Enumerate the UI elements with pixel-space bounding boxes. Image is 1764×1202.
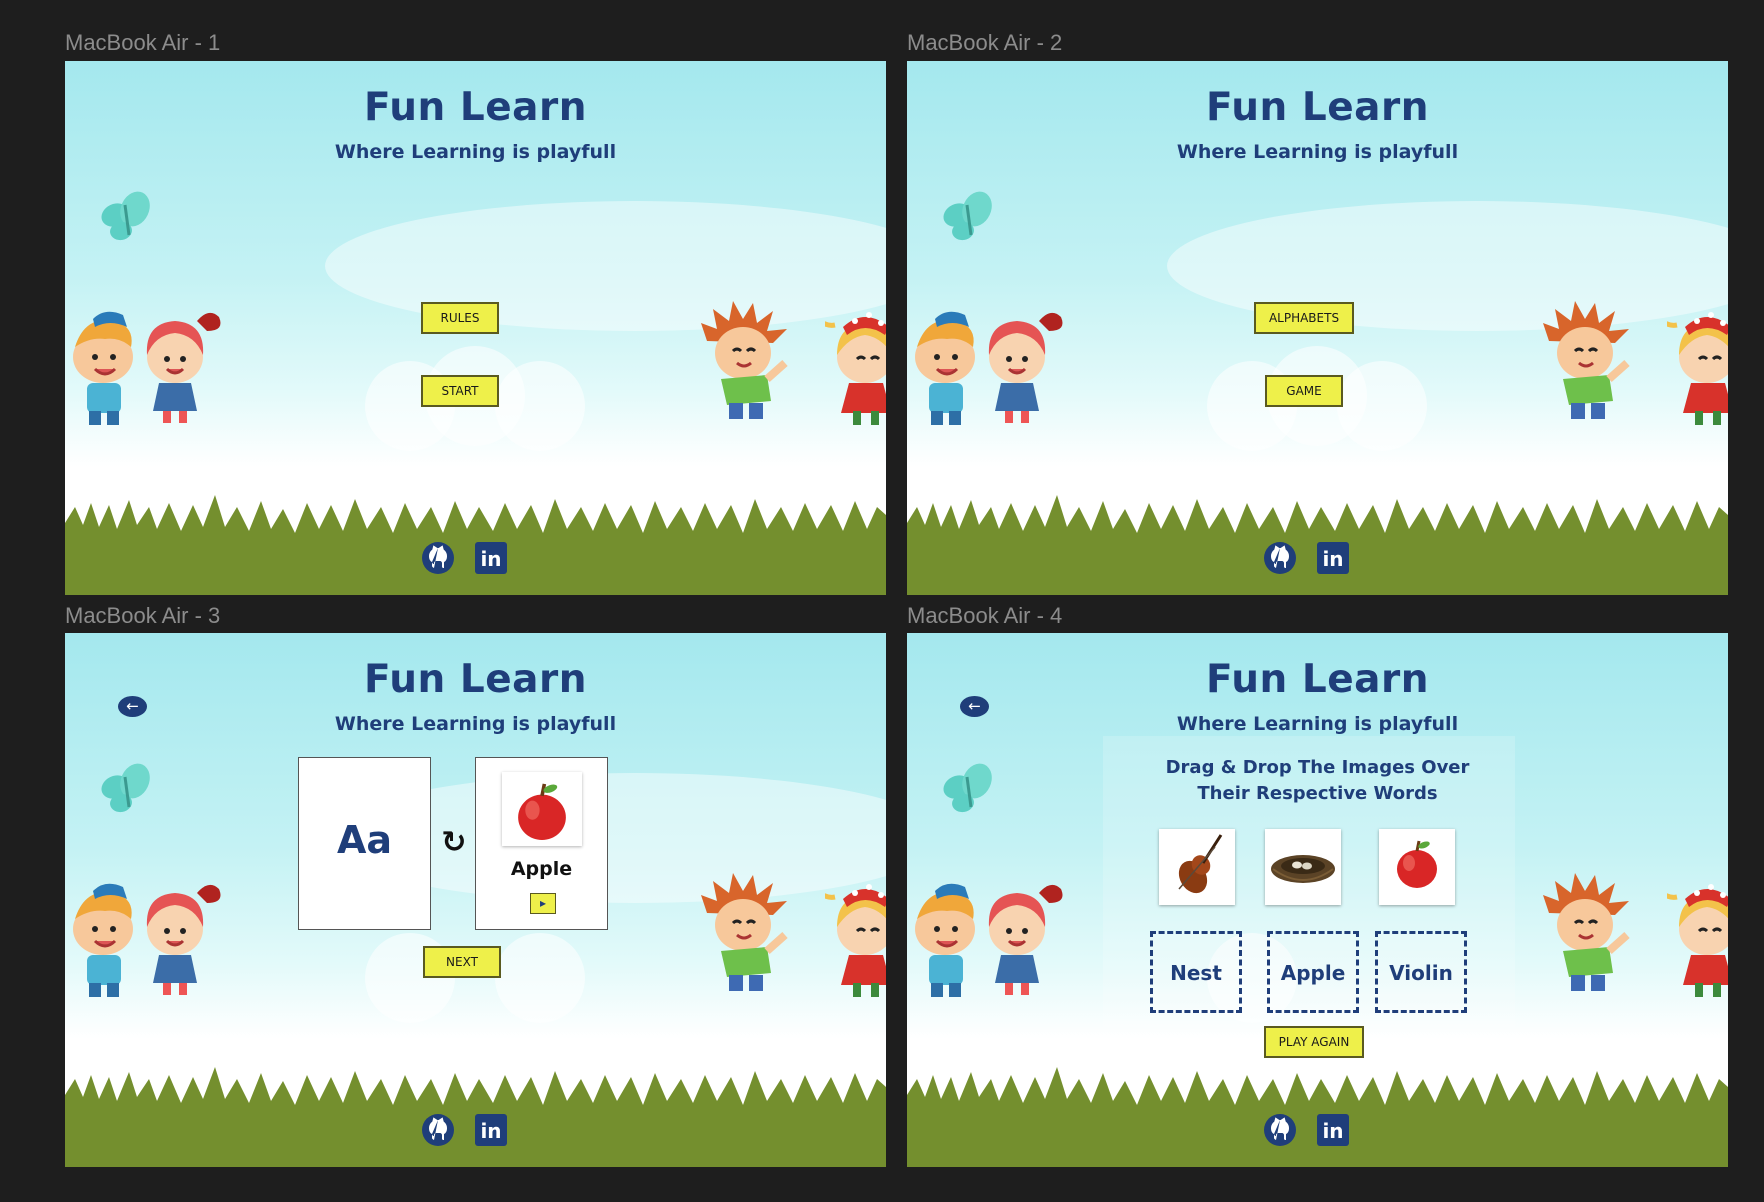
github-icon[interactable] xyxy=(421,541,455,575)
app-subtitle: Where Learning is playfull xyxy=(1176,141,1459,163)
linkedin-icon[interactable]: in xyxy=(475,542,507,574)
start-button[interactable]: START xyxy=(421,375,499,407)
social-links: in xyxy=(907,1113,1728,1149)
game-button[interactable]: GAME xyxy=(1265,375,1343,407)
boy-character-right xyxy=(701,873,796,993)
girl-character-left xyxy=(987,883,1064,997)
screen-alphabets: ← Fun Learn Where Learning is playfull A… xyxy=(65,633,886,1167)
screen-menu: Fun Learn Where Learning is playfull ALP… xyxy=(907,61,1728,595)
word-label: Apple xyxy=(510,858,573,880)
social-links: in xyxy=(65,541,886,577)
screen-game: ← Fun Learn Where Learning is playfull D… xyxy=(907,633,1728,1167)
screen-home: Fun Learn Where Learning is playfull RUL… xyxy=(65,61,886,595)
linkedin-icon[interactable]: in xyxy=(1317,1114,1349,1146)
instruction-line-1: Drag & Drop The Images Over xyxy=(1165,757,1470,778)
linkedin-icon[interactable]: in xyxy=(1317,542,1349,574)
frame-label-4: MacBook Air - 4 xyxy=(907,603,1063,628)
github-icon[interactable] xyxy=(421,1113,455,1147)
apple-image xyxy=(502,772,582,846)
butterfly-icon xyxy=(938,191,999,244)
app-title: Fun Learn xyxy=(364,657,587,702)
sky-swoosh xyxy=(1167,201,1728,331)
girl-character-right xyxy=(1667,307,1728,427)
frame-label-3: MacBook Air - 3 xyxy=(65,603,221,628)
app-title: Fun Learn xyxy=(364,85,587,130)
boy-character-left xyxy=(913,882,977,999)
girl-character-right xyxy=(825,879,886,999)
girl-character-left xyxy=(145,883,222,997)
speaker-icon[interactable]: ▸ xyxy=(530,893,556,914)
next-button[interactable]: NEXT xyxy=(423,946,501,978)
boy-character-left xyxy=(71,310,135,427)
instruction-line-2: Their Respective Words xyxy=(1197,783,1438,804)
violin-image[interactable] xyxy=(1159,829,1235,905)
social-links: in xyxy=(907,541,1728,577)
cloud xyxy=(495,933,585,1023)
girl-character-left xyxy=(987,311,1064,425)
cloud xyxy=(495,361,585,451)
girl-character-right xyxy=(825,307,886,427)
github-icon[interactable] xyxy=(1263,1113,1297,1147)
girl-character-right xyxy=(1667,879,1728,999)
letter-text: Aa xyxy=(336,818,393,862)
app-title: Fun Learn xyxy=(1206,657,1429,702)
app-subtitle: Where Learning is playfull xyxy=(1176,713,1459,735)
girl-character-left xyxy=(145,311,222,425)
boy-character-right xyxy=(701,301,796,421)
linkedin-icon[interactable]: in xyxy=(475,1114,507,1146)
cloud xyxy=(1337,361,1427,451)
app-title: Fun Learn xyxy=(1206,85,1429,130)
frame-label-2: MacBook Air - 2 xyxy=(907,30,1063,55)
boy-character-left xyxy=(71,882,135,999)
letter-card[interactable]: Aa xyxy=(298,757,431,930)
boy-character-right xyxy=(1543,301,1638,421)
apple-image[interactable] xyxy=(1379,829,1455,905)
play-again-button[interactable]: PLAY AGAIN xyxy=(1264,1026,1364,1058)
boy-character-right xyxy=(1543,873,1638,993)
flip-icon[interactable]: ↻ xyxy=(437,826,471,860)
frame-label-1: MacBook Air - 1 xyxy=(65,30,221,55)
social-links: in xyxy=(65,1113,886,1149)
butterfly-icon xyxy=(96,763,157,816)
butterfly-icon xyxy=(96,191,157,244)
instruction-text: Drag & Drop The Images Over Their Respec… xyxy=(907,755,1728,807)
github-icon[interactable] xyxy=(1263,541,1297,575)
alphabets-button[interactable]: ALPHABETS xyxy=(1254,302,1354,334)
drop-target-violin[interactable]: Violin xyxy=(1375,931,1467,1013)
app-subtitle: Where Learning is playfull xyxy=(334,141,617,163)
boy-character-left xyxy=(913,310,977,427)
rules-button[interactable]: RULES xyxy=(421,302,499,334)
nest-image[interactable] xyxy=(1265,829,1341,905)
app-subtitle: Where Learning is playfull xyxy=(334,713,617,735)
drop-target-nest[interactable]: Nest xyxy=(1150,931,1242,1013)
drop-target-apple[interactable]: Apple xyxy=(1267,931,1359,1013)
sky-swoosh xyxy=(325,201,886,331)
word-card[interactable]: Apple ▸ xyxy=(475,757,608,930)
